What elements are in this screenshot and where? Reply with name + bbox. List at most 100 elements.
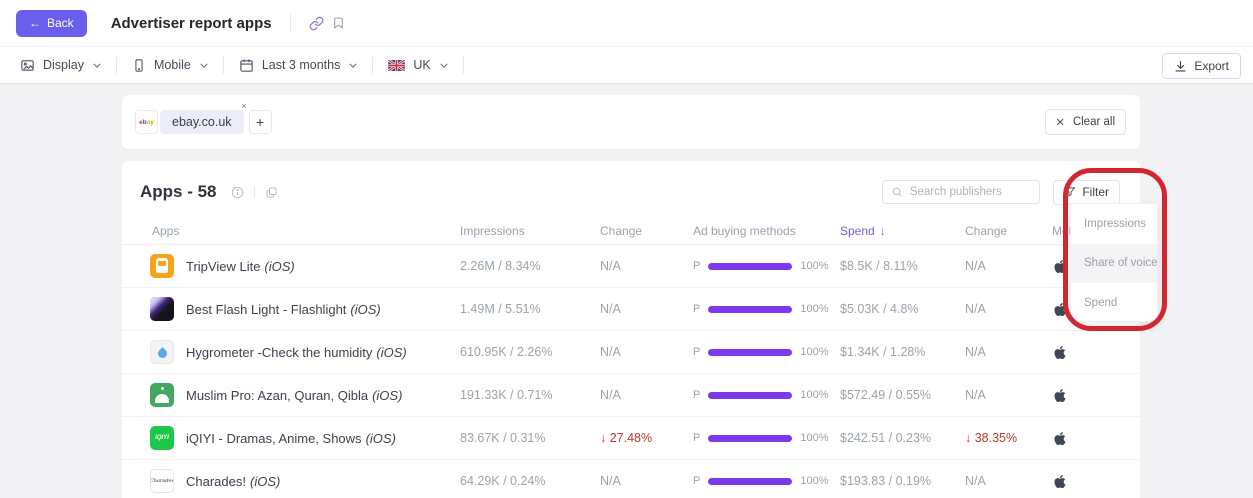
copy-icon[interactable] <box>261 182 282 203</box>
share-link-icon[interactable] <box>305 12 328 35</box>
app-name: TripView Lite(iOS) <box>186 259 295 274</box>
platform-label: (iOS) <box>250 474 280 489</box>
remove-chip-icon[interactable]: × <box>241 102 246 111</box>
table-row[interactable]: Hygrometer -Check the humidity(iOS) 610.… <box>122 331 1140 374</box>
page-content: ebay ebay.co.uk × + ✕ Clear all Apps - 5… <box>0 84 1253 498</box>
advertiser-chips-card: ebay ebay.co.uk × + ✕ Clear all <box>122 95 1140 149</box>
impressions-value: 64.29K / 0.24% <box>450 474 590 488</box>
platform-label: (iOS) <box>264 259 294 274</box>
filter-dropdown-item[interactable]: Impressions <box>1071 204 1157 244</box>
spend-value: $1.34K / 1.28% <box>830 345 955 359</box>
page-title: Advertiser report apps <box>111 15 272 32</box>
add-advertiser-button[interactable]: + <box>249 110 272 134</box>
column-header-spend-change[interactable]: Change <box>955 224 1042 238</box>
export-button[interactable]: Export <box>1162 53 1241 79</box>
ad-buying-bar <box>708 349 792 356</box>
info-icon[interactable] <box>227 182 248 203</box>
country-filter[interactable]: UK <box>373 58 462 72</box>
table-row[interactable]: TripView Lite(iOS) 2.26M / 8.34% N/A P 1… <box>122 245 1140 288</box>
impressions-value: 610.95K / 2.26% <box>450 345 590 359</box>
table-row[interactable]: Best Flash Light - Flashlight(iOS) 1.49M… <box>122 288 1140 331</box>
apple-icon <box>1054 474 1066 489</box>
apple-icon <box>1054 302 1066 317</box>
mobile-cell <box>1042 388 1140 403</box>
image-icon <box>20 58 35 73</box>
impressions-value: 2.26M / 8.34% <box>450 259 590 273</box>
ad-buying-percent: 100% <box>800 346 828 358</box>
period-filter[interactable]: Last 3 months <box>224 58 373 73</box>
search-publishers-input[interactable] <box>910 186 1031 198</box>
spend-change-value: N/A <box>955 345 1042 359</box>
spend-change-value: N/A <box>955 474 1042 488</box>
calendar-icon <box>239 58 254 73</box>
spend-value: $193.83 / 0.19% <box>830 474 955 488</box>
device-filter[interactable]: Mobile <box>117 58 223 73</box>
impressions-value: 1.49M / 5.51% <box>450 302 590 316</box>
change-value: N/A <box>590 345 683 359</box>
ad-buying-percent: 100% <box>800 260 828 272</box>
funnel-icon <box>1064 186 1076 198</box>
ad-buying-cell: P 100% <box>683 389 830 401</box>
column-header-impressions[interactable]: Impressions <box>450 224 590 238</box>
change-value: N/A <box>590 259 683 273</box>
ad-buying-percent: 100% <box>800 389 828 401</box>
ad-buying-cell: P 100% <box>683 303 830 315</box>
spend-change-value: ↓ 38.35% <box>955 431 1042 445</box>
ad-buying-bar <box>708 263 792 270</box>
mobile-cell <box>1042 474 1140 489</box>
apple-icon <box>1054 431 1066 446</box>
ad-buying-cell: P 100% <box>683 432 830 444</box>
ebay-favicon-text: ebay <box>139 119 154 126</box>
table-header-row: Apps Impressions Change Ad buying method… <box>122 217 1140 245</box>
programmatic-label: P <box>693 346 700 358</box>
impressions-value: 83.67K / 0.31% <box>450 431 590 445</box>
close-icon: ✕ <box>1056 116 1065 129</box>
chevron-down-icon <box>93 63 101 68</box>
app-name: Charades!(iOS) <box>186 474 280 489</box>
bookmark-icon[interactable] <box>328 12 349 34</box>
app-icon: iQIYI <box>150 426 174 450</box>
smartphone-icon <box>132 58 146 73</box>
ad-buying-bar <box>708 435 792 442</box>
programmatic-label: P <box>693 303 700 315</box>
impressions-value: 191.33K / 0.71% <box>450 388 590 402</box>
app-name: iQIYI - Dramas, Anime, Shows(iOS) <box>186 431 396 446</box>
table-row[interactable]: Charades Charades!(iOS) 64.29K / 0.24% N… <box>122 460 1140 498</box>
back-button[interactable]: ← Back <box>16 10 87 37</box>
divider <box>463 57 464 74</box>
back-arrow-icon: ← <box>29 16 41 30</box>
table-body: TripView Lite(iOS) 2.26M / 8.34% N/A P 1… <box>122 245 1140 498</box>
ad-buying-cell: P 100% <box>683 346 830 358</box>
ad-buying-cell: P 100% <box>683 260 830 272</box>
column-header-change[interactable]: Change <box>590 224 683 238</box>
column-header-ad-buying-methods[interactable]: Ad buying methods <box>683 224 830 238</box>
filter-dropdown-item[interactable]: Spend <box>1071 283 1157 323</box>
divider <box>254 186 255 198</box>
spend-value: $572.49 / 0.55% <box>830 388 955 402</box>
app-icon <box>150 254 174 278</box>
app-name: Muslim Pro: Azan, Quran, Qibla(iOS) <box>186 388 402 403</box>
table-row[interactable]: iQIYI iQIYI - Dramas, Anime, Shows(iOS) … <box>122 417 1140 460</box>
table-row[interactable]: Muslim Pro: Azan, Quran, Qibla(iOS) 191.… <box>122 374 1140 417</box>
ebay-favicon: ebay <box>135 110 158 134</box>
apps-count-title: Apps - 58 <box>140 182 217 202</box>
app-name: Hygrometer -Check the humidity(iOS) <box>186 345 407 360</box>
column-header-apps[interactable]: Apps <box>140 224 450 238</box>
spend-value: $242.51 / 0.23% <box>830 431 955 445</box>
spend-value: $8.5K / 8.11% <box>830 259 955 273</box>
top-bar: ← Back Advertiser report apps <box>0 0 1253 46</box>
display-filter[interactable]: Display <box>20 58 116 73</box>
spend-value: $5.03K / 4.8% <box>830 302 955 316</box>
chevron-down-icon <box>440 63 448 68</box>
ad-buying-bar <box>708 392 792 399</box>
chevron-down-icon <box>200 63 208 68</box>
ad-buying-percent: 100% <box>800 303 828 315</box>
clear-all-button[interactable]: ✕ Clear all <box>1045 109 1126 135</box>
column-header-spend[interactable]: Spend ↓ <box>830 224 955 238</box>
filter-button[interactable]: Filter <box>1053 180 1120 205</box>
chevron-down-icon <box>349 63 357 68</box>
advertiser-chip[interactable]: ebay.co.uk × <box>160 110 244 134</box>
spend-change-value: N/A <box>955 259 1042 273</box>
filter-dropdown-item[interactable]: Share of voice <box>1071 244 1157 284</box>
mobile-cell <box>1042 345 1140 360</box>
